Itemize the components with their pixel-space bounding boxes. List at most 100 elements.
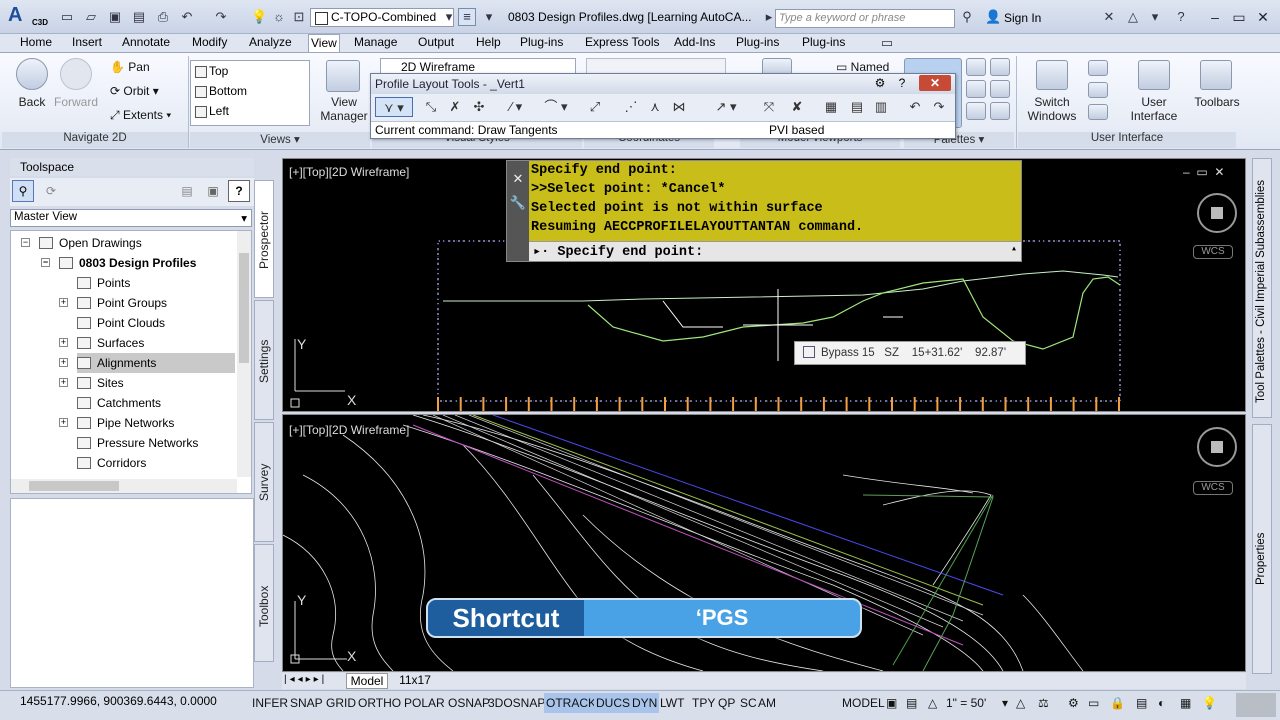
- tab-survey[interactable]: Survey: [254, 422, 274, 542]
- views-list[interactable]: Top Bottom Left: [190, 60, 310, 126]
- properties-strip[interactable]: Properties: [1252, 424, 1272, 674]
- search-input[interactable]: Type a keyword or phrase: [775, 9, 955, 28]
- notification-icon[interactable]: ▦: [1178, 693, 1193, 713]
- viewport-controls[interactable]: – ▭ ✕: [1183, 165, 1224, 179]
- status-ducs-button[interactable]: DUCS: [594, 693, 633, 713]
- list-view-icon[interactable]: ▣: [202, 180, 224, 202]
- convert-icon[interactable]: ⤢: [585, 97, 605, 117]
- back-icon[interactable]: [16, 58, 48, 90]
- save-icon[interactable]: ▣: [106, 8, 124, 26]
- tab-plug-ins[interactable]: Plug-ins: [800, 34, 847, 52]
- user-interface-icon[interactable]: [1138, 60, 1170, 90]
- view-top[interactable]: Top: [191, 61, 309, 81]
- close-icon[interactable]: ✕: [919, 75, 951, 91]
- tab-express-tools[interactable]: Express Tools: [583, 34, 661, 52]
- tab-home[interactable]: Home: [18, 34, 54, 52]
- chevron-up-icon[interactable]: ▴: [1011, 243, 1017, 255]
- layer-lock-icon[interactable]: ⊡: [290, 8, 308, 26]
- switch-windows-icon[interactable]: [1036, 60, 1068, 90]
- help-icon[interactable]: ?: [893, 76, 911, 92]
- move-pvi-icon[interactable]: ✣: [469, 97, 489, 117]
- user-icon[interactable]: 👤: [984, 8, 1002, 26]
- collapse-icon[interactable]: −: [21, 238, 30, 247]
- geometry-editor-icon[interactable]: ▥: [871, 97, 891, 117]
- orbit-button[interactable]: ⟳ Orbit ▾: [110, 82, 159, 100]
- workspace-icon[interactable]: ⚙: [1066, 693, 1081, 713]
- fixed-tangent-icon[interactable]: ⁄ ▾: [499, 97, 533, 117]
- expand-icon[interactable]: +: [59, 338, 68, 347]
- viewcube-icon[interactable]: [1197, 427, 1237, 467]
- layer-dropdown[interactable]: C-TOPO-Combined: [310, 8, 454, 27]
- raise-lower-pvis-icon[interactable]: ⋈: [669, 97, 689, 117]
- viewport-label[interactable]: [+][Top][2D Wireframe]: [289, 165, 409, 179]
- status-ortho-button[interactable]: ORTHO: [356, 693, 403, 713]
- model-space-button[interactable]: MODEL: [840, 693, 887, 713]
- layer-properties-icon[interactable]: ≡: [458, 8, 476, 26]
- tab-settings[interactable]: Settings: [254, 300, 274, 420]
- wcs-menu[interactable]: WCS: [1193, 245, 1233, 259]
- design-center-icon[interactable]: [966, 80, 986, 98]
- sign-in-link[interactable]: Sign In: [1004, 11, 1041, 25]
- pan-button[interactable]: ✋ Pan: [110, 58, 150, 76]
- app-logo[interactable]: A C3D: [8, 4, 48, 30]
- wcs-menu[interactable]: WCS: [1193, 481, 1233, 495]
- tree-open-drawings[interactable]: − Open Drawings: [21, 233, 142, 253]
- view-left[interactable]: Left: [191, 101, 309, 121]
- copy-profile-icon[interactable]: ↗ ▾: [709, 97, 743, 117]
- close-icon[interactable]: ✕: [507, 171, 529, 187]
- help-icon[interactable]: ?: [228, 180, 250, 202]
- chevron-down-icon[interactable]: ▾: [1146, 8, 1164, 26]
- collapse-icon[interactable]: −: [41, 258, 50, 267]
- help-icon[interactable]: ?: [1172, 8, 1190, 26]
- status-dyn-button[interactable]: DYN: [630, 693, 660, 713]
- user-interface-panel-title[interactable]: User Interface: [1018, 132, 1236, 148]
- expand-icon[interactable]: +: [59, 418, 68, 427]
- status-otrack-button[interactable]: OTRACK: [544, 693, 599, 713]
- tab-plug-ins[interactable]: Plug-ins: [734, 34, 781, 52]
- cascade-icon[interactable]: [1088, 104, 1108, 120]
- view-manager-button[interactable]: View Manager: [316, 95, 372, 123]
- coordinates-readout[interactable]: 1455177.9966, 900369.6443, 0.0000: [20, 694, 217, 708]
- delete-entity-icon[interactable]: ✘: [787, 97, 807, 117]
- status-qp-button[interactable]: QP: [716, 693, 737, 713]
- open-file-icon[interactable]: ▱: [82, 8, 100, 26]
- toolbars-icon[interactable]: [1200, 60, 1232, 90]
- extents-button[interactable]: ⤢ Extents ▾: [110, 106, 171, 124]
- viewcube-icon[interactable]: [1197, 193, 1237, 233]
- tab-help[interactable]: Help: [474, 34, 503, 52]
- user-interface-button[interactable]: User Interface: [1124, 95, 1184, 123]
- quick-view-drawings-icon[interactable]: ▤: [904, 693, 919, 713]
- toolbars-button[interactable]: Toolbars: [1188, 95, 1246, 109]
- status-infer-button[interactable]: INFER: [250, 693, 290, 713]
- back-button[interactable]: Back: [10, 95, 54, 109]
- minimize-ribbon-icon[interactable]: ▭: [878, 34, 896, 52]
- status-3dosnap-button[interactable]: 3DOSNAP: [486, 693, 547, 713]
- sheet-set-icon[interactable]: [990, 58, 1010, 76]
- tree-vertical-scrollbar[interactable]: [237, 231, 251, 477]
- maximize-icon[interactable]: ▭: [1228, 8, 1250, 26]
- markup-icon[interactable]: [990, 80, 1010, 98]
- isolate-objects-icon[interactable]: ◐: [1156, 693, 1167, 713]
- tree-pipe-networks[interactable]: + Pipe Networks: [59, 413, 174, 433]
- viewport-label[interactable]: [+][Top][2D Wireframe]: [289, 423, 409, 437]
- design-tangent[interactable]: [662, 300, 723, 328]
- alignment-line[interactable]: [472, 415, 984, 606]
- lock-ui-icon[interactable]: 🔒: [1108, 693, 1127, 713]
- status-lwt-button[interactable]: LWT: [658, 693, 686, 713]
- tile-horizontal-icon[interactable]: [1088, 60, 1108, 76]
- status-grid-button[interactable]: GRID: [324, 693, 358, 713]
- tree-drawing[interactable]: − 0803 Design Profiles: [41, 253, 196, 273]
- master-view-dropdown[interactable]: Master View ▾: [10, 209, 252, 227]
- chevron-down-icon[interactable]: ▾: [440, 8, 458, 26]
- profile-grid-frame[interactable]: [437, 240, 1121, 402]
- tree-surfaces[interactable]: + Surfaces: [59, 333, 144, 353]
- select-pvi-icon[interactable]: ⤧: [759, 97, 779, 117]
- existing-ground-profile[interactable]: [443, 270, 1119, 302]
- expand-icon[interactable]: +: [59, 378, 68, 387]
- calculator-icon[interactable]: [966, 102, 986, 120]
- toolspace-title[interactable]: Toolspace: [10, 158, 254, 176]
- tab-11x17[interactable]: 11x17: [394, 673, 436, 689]
- edge-line[interactable]: [492, 415, 1004, 596]
- tree-point-clouds[interactable]: Point Clouds: [77, 313, 165, 333]
- quick-view-layouts-icon[interactable]: ▣: [884, 693, 899, 713]
